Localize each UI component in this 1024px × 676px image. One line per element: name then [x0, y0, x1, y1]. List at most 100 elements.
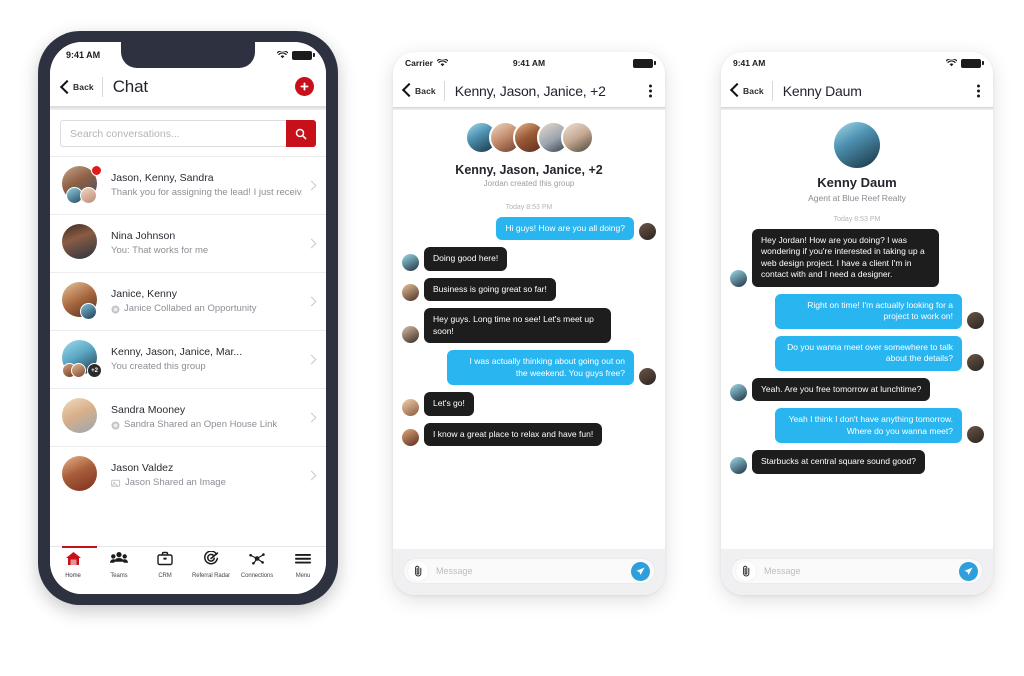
conversation-title: Kenny, Jason, Janice, Mar...: [111, 345, 243, 358]
conversation-row[interactable]: Sandra Mooney Sandra Shared an Open Hous…: [50, 389, 326, 447]
message-timestamp: Today 8:53 PM: [505, 204, 553, 211]
phone-device-2: Carrier 9:41 AM Back Kenny, Jason, Janic…: [393, 52, 665, 595]
kebab-menu-icon[interactable]: [977, 82, 980, 99]
search-icon[interactable]: [286, 120, 316, 147]
phone-device-3: 9:41 AM Back Kenny Daum Kenny Daum Agent…: [721, 52, 993, 595]
conversation-title: Jason Valdez: [111, 461, 174, 474]
conversation-title: Janice, Kenny: [111, 287, 177, 300]
status-time: 9:41 AM: [512, 58, 546, 68]
conversation-row[interactable]: Nina Johnson You: That works for me: [50, 215, 326, 273]
status-time: 9:41 AM: [733, 58, 766, 68]
send-icon[interactable]: [959, 561, 978, 581]
avatar: [730, 384, 747, 402]
message-row: Hi guys! How are you all doing?: [402, 217, 656, 241]
wifi-icon: [945, 58, 958, 67]
avatar: [560, 121, 594, 154]
tab-label: Home: [65, 573, 81, 579]
message-bubble: Let's go!: [424, 392, 474, 416]
tab-label: Referral Radar: [192, 573, 230, 579]
chevron-right-icon: [306, 412, 317, 423]
conversation-title: Nina Johnson: [111, 229, 176, 242]
message-row: I know a great place to relax and have f…: [402, 422, 656, 447]
send-icon[interactable]: [631, 561, 650, 581]
network-icon: [248, 551, 266, 571]
phone-1-screen: 9:41 AM Back Chat Search conversations..…: [50, 42, 326, 594]
chevron-left-icon: [731, 84, 740, 97]
nav-bar-1: Back Chat: [50, 68, 326, 106]
message-row: Starbucks at central square sound good?: [730, 450, 984, 474]
plus-circle-icon[interactable]: [295, 77, 314, 96]
avatar: [80, 303, 97, 320]
message-bubble: I know a great place to relax and have f…: [424, 422, 603, 447]
battery-icon: [961, 58, 984, 68]
message-bubble: Starbucks at central square sound good?: [752, 450, 925, 474]
kebab-menu-icon[interactable]: [649, 82, 652, 99]
message-bubble: Business is going great so far!: [424, 277, 556, 302]
message-row: Right on time! I'm actually looking for …: [730, 293, 984, 329]
conversation-row[interactable]: Janice, Kenny Janice Collabed an Opportu…: [50, 273, 326, 331]
active-tab-indicator: [62, 546, 97, 548]
message-bubble: Doing good here!: [424, 247, 508, 271]
conversation-title: Sandra Mooney: [111, 403, 186, 416]
participant-avatars: [393, 121, 665, 154]
avatar-group: [62, 456, 101, 495]
conversation-preview: Janice Collabed an Opportunity: [124, 303, 257, 315]
tab-home[interactable]: Home: [50, 551, 96, 579]
back-button[interactable]: Back: [403, 84, 436, 97]
conversation-row[interactable]: Jason Valdez Jason Shared an Image: [50, 447, 326, 504]
avatar: [730, 456, 747, 474]
message-composer-2: [393, 549, 665, 595]
conversation-row[interactable]: Jason, Kenny, Sandra Thank you for assig…: [50, 157, 326, 215]
search-input[interactable]: [60, 120, 286, 147]
status-bar-2: Carrier 9:41 AM: [393, 52, 665, 74]
chat-body-2: Kenny, Jason, Janice, +2 Jordan created …: [393, 110, 665, 595]
conversation-preview: Jason Shared an Image: [125, 477, 226, 489]
chevron-right-icon: [306, 180, 317, 191]
avatar: [730, 269, 747, 287]
back-label: Back: [73, 82, 94, 92]
unread-badge: [91, 165, 102, 176]
paperclip-icon[interactable]: [408, 561, 428, 581]
wifi-icon: [436, 58, 449, 67]
tab-crm[interactable]: CRM: [142, 551, 188, 579]
message-row: Business is going great so far!: [402, 277, 656, 302]
message-bubble: Right on time! I'm actually looking for …: [775, 293, 962, 329]
avatar-group: [62, 224, 101, 263]
message-bubble: I was actually thinking about going out …: [447, 350, 634, 386]
carrier-label: Carrier: [405, 58, 433, 68]
message-input[interactable]: [428, 566, 631, 576]
image-icon: [111, 479, 121, 488]
status-bar-3: 9:41 AM: [721, 52, 993, 74]
avatar: [71, 363, 86, 378]
message-row: Let's go!: [402, 392, 656, 416]
paperclip-icon[interactable]: [736, 561, 756, 581]
conversation-list: Jason, Kenny, Sandra Thank you for assig…: [50, 157, 326, 504]
tab-teams[interactable]: Teams: [96, 551, 142, 579]
avatar: [402, 326, 419, 344]
avatar-group: [62, 398, 101, 437]
chevron-left-icon: [61, 81, 70, 94]
tab-menu[interactable]: Menu: [280, 551, 326, 579]
collab-icon: [111, 305, 120, 314]
conversation-row[interactable]: +2 Kenny, Jason, Janice, Mar... You crea…: [50, 331, 326, 389]
tab-referral-radar[interactable]: Referral Radar: [188, 550, 234, 579]
message-row: Hey Jordan! How are you doing? I was won…: [730, 229, 984, 287]
avatar: [62, 224, 97, 259]
nav-divider: [101, 77, 103, 97]
back-button[interactable]: Back: [61, 81, 94, 94]
message-row: I was actually thinking about going out …: [402, 350, 656, 386]
chevron-right-icon: [306, 238, 317, 249]
back-button[interactable]: Back: [731, 84, 764, 97]
message-input[interactable]: [756, 566, 959, 576]
overflow-badge: +2: [87, 363, 102, 378]
group-header: Kenny, Jason, Janice, +2 Jordan created …: [393, 110, 665, 197]
avatar-group: [62, 282, 101, 321]
message-bubble: Hi guys! How are you all doing?: [496, 217, 634, 241]
tab-connections[interactable]: Connections: [234, 551, 280, 579]
screenshot-canvas: 9:41 AM Back Chat Search conversations..…: [0, 0, 1024, 676]
message-bubble: Yeah. Are you free tomorrow at lunchtime…: [752, 377, 931, 402]
message-bubble: Do you wanna meet over somewhere to talk…: [775, 335, 962, 371]
nav-divider: [771, 80, 773, 101]
nav-divider: [443, 80, 445, 101]
back-label: Back: [415, 85, 436, 96]
